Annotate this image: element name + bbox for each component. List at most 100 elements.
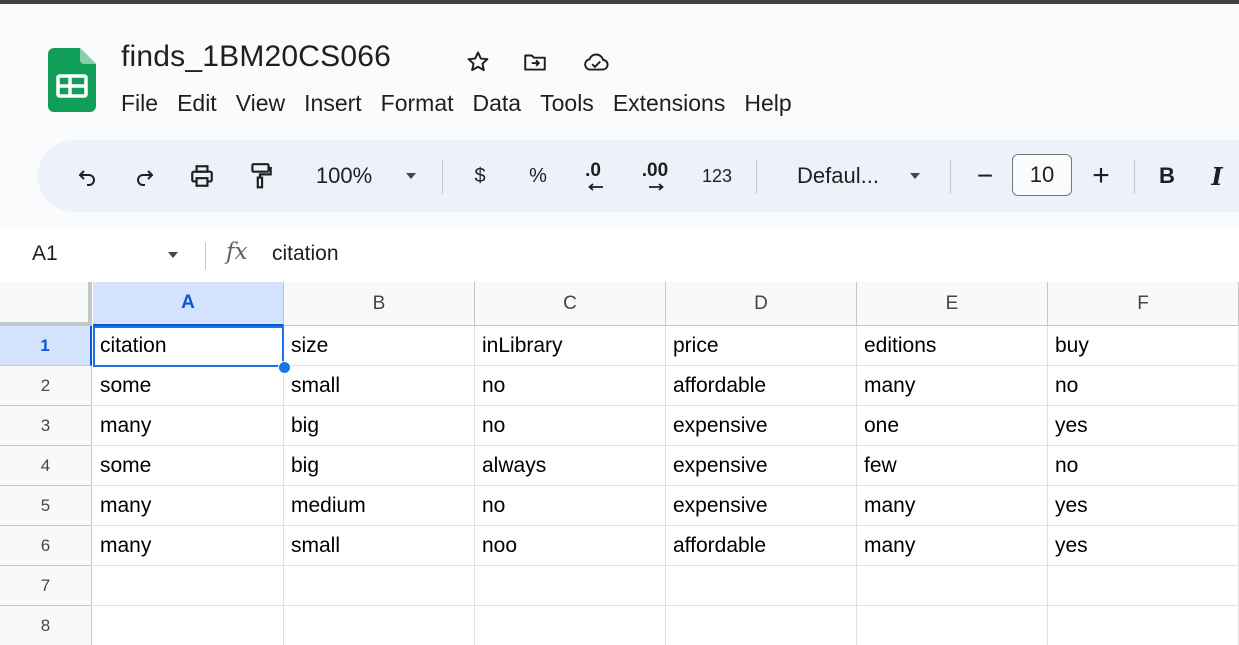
cell-f2[interactable]: no bbox=[1048, 366, 1239, 406]
cell-b5[interactable]: medium bbox=[284, 486, 475, 526]
column-header-d[interactable]: D bbox=[666, 282, 857, 326]
cell-a8[interactable] bbox=[93, 606, 284, 645]
cell-d5[interactable]: expensive bbox=[666, 486, 857, 526]
row-header-3[interactable]: 3 bbox=[0, 406, 92, 446]
cell-c3[interactable]: no bbox=[475, 406, 666, 446]
row-header-7[interactable]: 7 bbox=[0, 566, 92, 606]
cell-c7[interactable] bbox=[475, 566, 666, 606]
cell-d3[interactable]: expensive bbox=[666, 406, 857, 446]
app-header: finds_1BM20CS066 File Edit View Insert F… bbox=[0, 4, 1239, 134]
row-header-2[interactable]: 2 bbox=[0, 366, 92, 406]
cell-d8[interactable] bbox=[666, 606, 857, 645]
row-header-4[interactable]: 4 bbox=[0, 446, 92, 486]
cell-e5[interactable]: many bbox=[857, 486, 1048, 526]
cell-f7[interactable] bbox=[1048, 566, 1239, 606]
cell-e4[interactable]: few bbox=[857, 446, 1048, 486]
currency-format-button[interactable]: $ bbox=[466, 140, 494, 212]
cell-c8[interactable] bbox=[475, 606, 666, 645]
cell-d7[interactable] bbox=[666, 566, 857, 606]
bold-button[interactable]: B bbox=[1152, 140, 1182, 212]
cell-a7[interactable] bbox=[93, 566, 284, 606]
paint-format-icon[interactable] bbox=[243, 140, 279, 212]
column-header-a[interactable]: A bbox=[93, 282, 284, 326]
cell-e3[interactable]: one bbox=[857, 406, 1048, 446]
menu-file[interactable]: File bbox=[121, 90, 158, 117]
italic-button[interactable]: I bbox=[1202, 140, 1232, 212]
undo-icon[interactable] bbox=[70, 140, 104, 212]
row-header-1[interactable]: 1 bbox=[0, 326, 92, 366]
name-box-caret-icon[interactable] bbox=[166, 250, 180, 260]
cell-d6[interactable]: affordable bbox=[666, 526, 857, 566]
cloud-saved-icon[interactable] bbox=[582, 48, 610, 76]
star-icon[interactable] bbox=[464, 48, 492, 76]
increase-font-size-button[interactable]: + bbox=[1084, 140, 1118, 212]
zoom-select[interactable]: 100% bbox=[304, 140, 384, 212]
select-all-corner[interactable] bbox=[0, 282, 92, 326]
font-family-select[interactable]: Defaul... bbox=[778, 140, 898, 212]
cell-f6[interactable]: yes bbox=[1048, 526, 1239, 566]
more-formats-button[interactable]: 123 bbox=[692, 140, 742, 212]
cell-a2[interactable]: some bbox=[93, 366, 284, 406]
column-header-e[interactable]: E bbox=[857, 282, 1048, 326]
cell-c4[interactable]: always bbox=[475, 446, 666, 486]
cell-e8[interactable] bbox=[857, 606, 1048, 645]
decrease-font-size-button[interactable]: − bbox=[968, 140, 1002, 212]
cell-e7[interactable] bbox=[857, 566, 1048, 606]
menu-extensions[interactable]: Extensions bbox=[613, 90, 726, 117]
document-title[interactable]: finds_1BM20CS066 bbox=[121, 40, 391, 74]
menu-view[interactable]: View bbox=[236, 90, 285, 117]
cell-c2[interactable]: no bbox=[475, 366, 666, 406]
cell-a6[interactable]: many bbox=[93, 526, 284, 566]
cell-b6[interactable]: small bbox=[284, 526, 475, 566]
decrease-decimal-button[interactable]: .0 bbox=[576, 140, 610, 212]
cell-b3[interactable]: big bbox=[284, 406, 475, 446]
cell-a4[interactable]: some bbox=[93, 446, 284, 486]
sheets-logo-icon[interactable] bbox=[48, 48, 96, 114]
fill-handle[interactable] bbox=[278, 361, 291, 374]
cell-b2[interactable]: small bbox=[284, 366, 475, 406]
cell-a5[interactable]: many bbox=[93, 486, 284, 526]
cell-d4[interactable]: expensive bbox=[666, 446, 857, 486]
cell-b1[interactable]: size bbox=[284, 326, 475, 366]
percent-format-button[interactable]: % bbox=[524, 140, 552, 212]
name-box[interactable]: A1 bbox=[32, 242, 58, 266]
cell-f1[interactable]: buy bbox=[1048, 326, 1239, 366]
cell-a3[interactable]: many bbox=[93, 406, 284, 446]
move-folder-icon[interactable] bbox=[521, 48, 549, 76]
formula-input[interactable]: citation bbox=[272, 242, 339, 266]
cell-c1[interactable]: inLibrary bbox=[475, 326, 666, 366]
cell-e2[interactable]: many bbox=[857, 366, 1048, 406]
font-caret-icon[interactable] bbox=[902, 140, 928, 212]
menu-data[interactable]: Data bbox=[473, 90, 522, 117]
print-icon[interactable] bbox=[184, 140, 220, 212]
cell-c6[interactable]: noo bbox=[475, 526, 666, 566]
zoom-caret-icon[interactable] bbox=[398, 140, 424, 212]
cell-c5[interactable]: no bbox=[475, 486, 666, 526]
cell-d2[interactable]: affordable bbox=[666, 366, 857, 406]
redo-icon[interactable] bbox=[128, 140, 162, 212]
row-header-8[interactable]: 8 bbox=[0, 606, 92, 645]
menu-format[interactable]: Format bbox=[381, 90, 454, 117]
cell-f5[interactable]: yes bbox=[1048, 486, 1239, 526]
menu-edit[interactable]: Edit bbox=[177, 90, 217, 117]
cell-f3[interactable]: yes bbox=[1048, 406, 1239, 446]
cell-b7[interactable] bbox=[284, 566, 475, 606]
column-header-f[interactable]: F bbox=[1048, 282, 1239, 326]
font-size-input[interactable]: 10 bbox=[1012, 154, 1072, 196]
menu-tools[interactable]: Tools bbox=[540, 90, 594, 117]
menu-insert[interactable]: Insert bbox=[304, 90, 362, 117]
menu-help[interactable]: Help bbox=[744, 90, 791, 117]
cell-b4[interactable]: big bbox=[284, 446, 475, 486]
cell-e1[interactable]: editions bbox=[857, 326, 1048, 366]
increase-decimal-button[interactable]: .00 bbox=[634, 140, 676, 212]
cell-a1[interactable]: citation bbox=[93, 326, 284, 366]
cell-f4[interactable]: no bbox=[1048, 446, 1239, 486]
row-header-6[interactable]: 6 bbox=[0, 526, 92, 566]
cell-e6[interactable]: many bbox=[857, 526, 1048, 566]
cell-f8[interactable] bbox=[1048, 606, 1239, 645]
cell-b8[interactable] bbox=[284, 606, 475, 645]
column-header-b[interactable]: B bbox=[284, 282, 475, 326]
row-header-5[interactable]: 5 bbox=[0, 486, 92, 526]
column-header-c[interactable]: C bbox=[475, 282, 666, 326]
cell-d1[interactable]: price bbox=[666, 326, 857, 366]
